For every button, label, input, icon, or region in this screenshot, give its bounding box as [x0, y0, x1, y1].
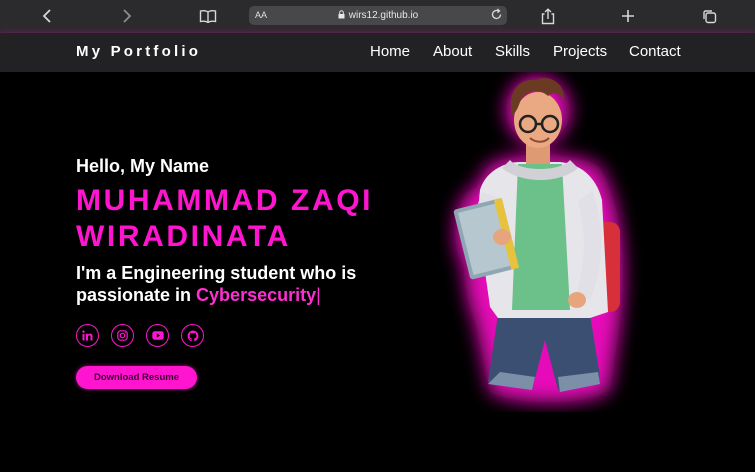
- hero-name-line-2: WIRADINATA: [76, 220, 291, 253]
- plus-icon[interactable]: [617, 6, 639, 26]
- share-icon[interactable]: [537, 6, 559, 26]
- typing-cursor: |: [316, 285, 321, 305]
- forward-icon[interactable]: [116, 6, 138, 26]
- url-text: wirs12.github.io: [348, 10, 419, 21]
- hero-name-line-1: MUHAMMAD ZAQI: [76, 184, 374, 217]
- nav-link-about[interactable]: About: [433, 43, 472, 60]
- nav-links: Home About Skills Projects Contact: [0, 43, 755, 63]
- download-resume-button[interactable]: Download Resume: [76, 366, 197, 389]
- github-icon[interactable]: [181, 324, 204, 347]
- tagline-highlight: Cybersecurity: [196, 285, 317, 305]
- browser-toolbar: AA wirs12.github.io: [0, 0, 755, 33]
- url-bar[interactable]: AA wirs12.github.io: [249, 6, 507, 25]
- nav-link-projects[interactable]: Projects: [553, 43, 607, 60]
- nav-link-skills[interactable]: Skills: [495, 43, 530, 60]
- site-navbar: My Portfolio Home About Skills Projects …: [0, 33, 755, 72]
- youtube-icon[interactable]: [146, 324, 169, 347]
- book-icon[interactable]: [197, 6, 219, 26]
- hero-greeting: Hello, My Name: [76, 156, 210, 176]
- lock-icon: [338, 9, 345, 22]
- hero-section: Hello, My Name MUHAMMAD ZAQI WIRADINATA …: [0, 72, 755, 472]
- text-size-button[interactable]: AA: [255, 10, 267, 20]
- instagram-icon[interactable]: [111, 324, 134, 347]
- nav-link-contact[interactable]: Contact: [629, 43, 681, 60]
- tabs-icon[interactable]: [698, 6, 720, 26]
- linkedin-icon[interactable]: [76, 324, 99, 347]
- hero-tagline: I'm a Engineering student who is passion…: [76, 262, 406, 306]
- nav-link-home[interactable]: Home: [370, 43, 410, 60]
- hero-name: MUHAMMAD ZAQI WIRADINATA: [76, 183, 436, 255]
- back-icon[interactable]: [36, 6, 58, 26]
- avatar-illustration: [453, 76, 624, 403]
- reload-icon[interactable]: [490, 8, 503, 24]
